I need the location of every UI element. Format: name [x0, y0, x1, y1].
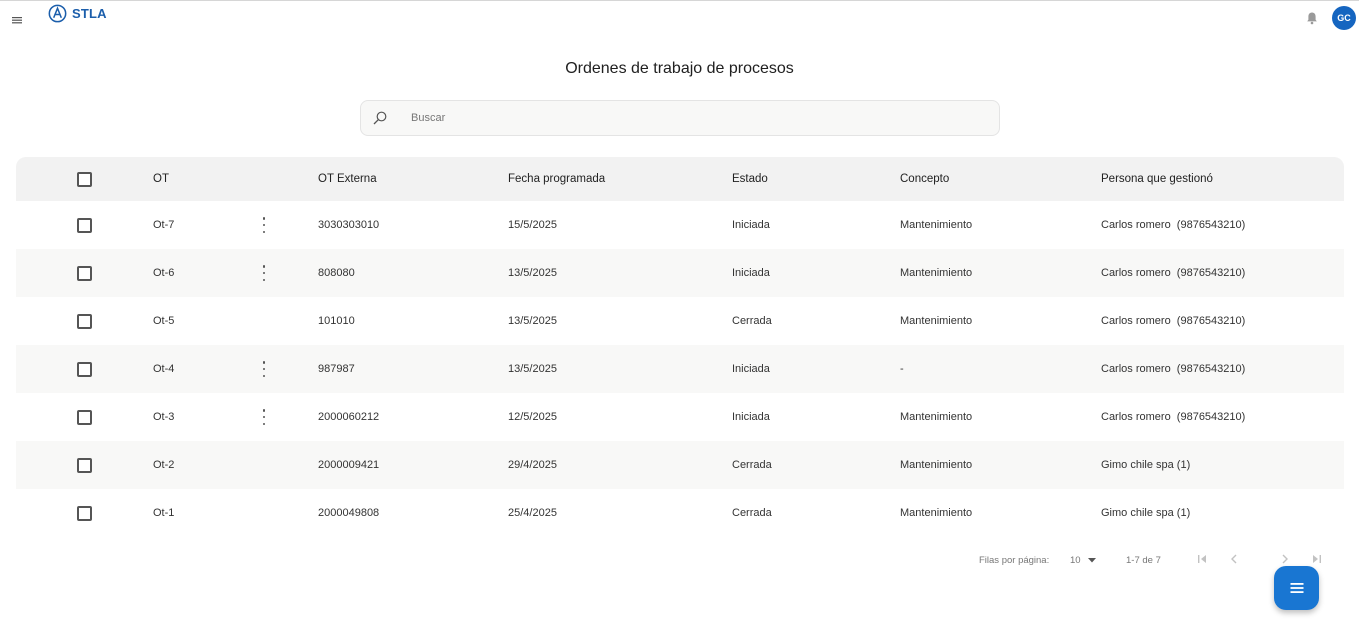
cell-estado: Cerrada: [732, 459, 772, 471]
row-actions-button[interactable]: [262, 265, 266, 281]
first-page-icon[interactable]: [1195, 552, 1209, 566]
row-checkbox[interactable]: [77, 505, 92, 521]
row-checkbox[interactable]: [77, 409, 92, 425]
notifications-button[interactable]: [1305, 11, 1319, 25]
row-checkbox[interactable]: [77, 217, 92, 233]
cell-concepto: Mantenimiento: [900, 219, 973, 231]
table-row[interactable]: Ot-3 2000060212 12/5/2025 Iniciada Mantenimi…: [16, 393, 1344, 441]
cell-concepto: Mantenimiento: [900, 459, 973, 471]
header-fecha-programada[interactable]: Fecha programada: [508, 157, 605, 201]
cell-ot-externa: 2000049808: [318, 507, 380, 519]
cell-concepto: -: [900, 363, 904, 375]
cell-ot-externa: 808080: [318, 267, 355, 279]
row-actions-button[interactable]: [262, 361, 266, 377]
cell-ot: Ot-2: [153, 459, 175, 471]
rows-per-page-label: Filas por página:: [979, 554, 1050, 566]
cell-fecha: 13/5/2025: [508, 315, 557, 327]
header-persona[interactable]: Persona que gestionó: [1101, 157, 1213, 201]
cell-estado: Iniciada: [732, 267, 770, 279]
cell-persona: Carlos romero (9876543210): [1101, 411, 1246, 423]
select-all-checkbox[interactable]: [77, 171, 92, 187]
cell-persona: Gimo chile spa (1): [1101, 459, 1191, 471]
cell-ot: Ot-4: [153, 363, 175, 375]
top-border: [0, 0, 1359, 1]
search-bar: [360, 100, 1000, 136]
cell-ot-externa: 2000009421: [318, 459, 380, 471]
cell-estado: Iniciada: [732, 219, 770, 231]
caret-down-icon: [1087, 558, 1096, 563]
stla-logo-icon: [48, 4, 67, 22]
last-page-icon[interactable]: [1310, 552, 1324, 566]
row-checkbox[interactable]: [77, 457, 92, 473]
page-title: Ordenes de trabajo de procesos: [565, 60, 794, 77]
brand-name: STLA: [72, 5, 107, 21]
cell-concepto: Mantenimiento: [900, 507, 973, 519]
actions-fab-button[interactable]: [1274, 566, 1319, 610]
cell-ot: Ot-7: [153, 219, 175, 231]
header-ot-externa[interactable]: OT Externa: [318, 157, 377, 201]
row-checkbox[interactable]: [77, 313, 92, 329]
table-row[interactable]: Ot-6 808080 13/5/2025 Iniciada Mantenimiento…: [16, 249, 1344, 297]
header-estado[interactable]: Estado: [732, 157, 768, 201]
cell-persona: Carlos romero (9876543210): [1101, 315, 1246, 327]
cell-ot-externa: 101010: [318, 315, 355, 327]
cell-estado: Iniciada: [732, 363, 770, 375]
header-concepto[interactable]: Concepto: [900, 157, 949, 201]
cell-ot: Ot-5: [153, 315, 175, 327]
list-menu-icon: [1290, 583, 1303, 593]
cell-fecha: 13/5/2025: [508, 267, 557, 279]
cell-ot: Ot-1: [153, 507, 175, 519]
row-actions-button[interactable]: [262, 409, 266, 425]
cell-concepto: Mantenimiento: [900, 267, 973, 279]
cell-persona: Carlos romero (9876543210): [1101, 267, 1246, 279]
cell-concepto: Mantenimiento: [900, 315, 973, 327]
menu-button[interactable]: [9, 12, 25, 28]
search-input[interactable]: [411, 112, 971, 124]
cell-persona: Gimo chile spa (1): [1101, 507, 1191, 519]
cell-fecha: 15/5/2025: [508, 219, 557, 231]
cell-ot: Ot-3: [153, 411, 175, 423]
table-row[interactable]: Ot-7 3030303010 15/5/2025 Iniciada Mantenimi…: [16, 201, 1344, 249]
table-row[interactable]: Ot-2 2000009421 29/4/2025 Cerrada Mantenimie…: [16, 441, 1344, 489]
cell-fecha: 12/5/2025: [508, 411, 557, 423]
row-checkbox[interactable]: [77, 361, 92, 377]
cell-persona: Carlos romero (9876543210): [1101, 363, 1246, 375]
cell-ot-externa: 2000060212: [318, 411, 380, 423]
search-icon: [373, 111, 387, 125]
bell-icon: [1307, 12, 1317, 25]
cell-ot: Ot-6: [153, 267, 175, 279]
table-row[interactable]: Ot-4 987987 13/5/2025 Iniciada - Carlos romer…: [16, 345, 1344, 393]
cell-ot-externa: 3030303010: [318, 219, 380, 231]
row-actions-button[interactable]: [262, 217, 266, 233]
row-checkbox[interactable]: [77, 265, 92, 281]
cell-concepto: Mantenimiento: [900, 411, 973, 423]
cell-persona: Carlos romero (9876543210): [1101, 219, 1246, 231]
cell-fecha: 29/4/2025: [508, 459, 557, 471]
chevron-right-icon[interactable]: [1278, 552, 1292, 566]
menu-icon: [12, 17, 22, 24]
cell-ot-externa: 987987: [318, 363, 355, 375]
rows-per-page-value: 10: [1070, 554, 1081, 566]
header-ot[interactable]: OT: [153, 157, 169, 201]
pagination-range: 1-7 de 7: [1126, 554, 1161, 566]
cell-fecha: 13/5/2025: [508, 363, 557, 375]
cell-estado: Iniciada: [732, 411, 770, 423]
brand-logo[interactable]: STLA: [48, 3, 107, 23]
cell-fecha: 25/4/2025: [508, 507, 557, 519]
table-header: OT OT Externa Fecha programada Estado Co…: [16, 157, 1344, 201]
chevron-left-icon[interactable]: [1227, 552, 1241, 566]
table-body: Ot-7 3030303010 15/5/2025 Iniciada Mantenimi…: [16, 201, 1344, 537]
work-orders-table: OT OT Externa Fecha programada Estado Co…: [16, 157, 1344, 537]
table-row[interactable]: Ot-5 101010 13/5/2025 Cerrada Mantenimiento C…: [16, 297, 1344, 345]
cell-estado: Cerrada: [732, 507, 772, 519]
user-avatar[interactable]: GC: [1332, 6, 1356, 30]
table-row[interactable]: Ot-1 2000049808 25/4/2025 Cerrada Mantenimie…: [16, 489, 1344, 537]
user-initials: GC: [1337, 13, 1351, 23]
cell-estado: Cerrada: [732, 315, 772, 327]
rows-per-page-select[interactable]: 10: [1070, 552, 1097, 568]
